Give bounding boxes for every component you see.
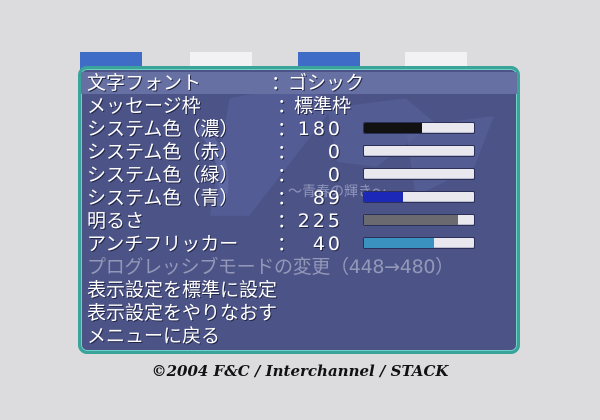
separator-colon: ： <box>277 164 297 186</box>
level-slider[interactable] <box>363 145 475 157</box>
level-slider-fill <box>364 215 458 225</box>
menu-item-redo-display[interactable]: 表示設定をやりなおす <box>87 302 517 324</box>
separator-colon: ： <box>277 118 297 140</box>
menu-item-label: メニューに戻る <box>87 325 221 347</box>
menu-item-value: 225 <box>297 210 343 232</box>
level-slider-fill <box>364 123 423 133</box>
menu-item-reset-display[interactable]: 表示設定を標準に設定 <box>87 279 517 301</box>
level-slider[interactable] <box>363 214 475 226</box>
level-slider[interactable] <box>363 122 475 134</box>
separator-colon: ： <box>277 141 297 163</box>
menu-item-value: 0 <box>327 164 343 186</box>
menu-item-value: ゴシック <box>288 72 365 94</box>
menu-item-system-color-red[interactable]: システム色（赤） ： 0 <box>87 141 517 163</box>
menu-item-font[interactable]: 文字フォント ： ゴシック <box>81 72 517 94</box>
menu-item-brightness[interactable]: 明るさ ： 225 <box>87 210 517 232</box>
menu-item-label: 表示設定をやりなおす <box>87 302 278 324</box>
menu-item-return-to-menu[interactable]: メニューに戻る <box>87 325 517 347</box>
menu-item-label: システム色（緑） <box>87 164 239 186</box>
menu-item-label: 表示設定を標準に設定 <box>87 279 278 301</box>
menu-item-system-color-dark[interactable]: システム色（濃） ： 180 <box>87 118 517 140</box>
menu-item-label: プログレッシブモードの変更（448→480） <box>87 256 454 278</box>
menu-item-label: 文字フォント <box>87 72 202 94</box>
menu-item-system-color-green[interactable]: システム色（緑） ： 0 <box>87 164 517 186</box>
menu-item-value: 標準枠 <box>294 95 352 117</box>
display-settings-window: 〜青春の輝き〜 文字フォント ： ゴシック メッセージ枠 ： 標準枠 システム色… <box>78 66 520 354</box>
menu-item-value: 89 <box>312 187 343 209</box>
menu-item-label: システム色（濃） <box>87 118 239 140</box>
separator-colon: ： <box>277 210 297 232</box>
menu-item-value: 0 <box>327 141 343 163</box>
menu-item-label: システム色（赤） <box>87 141 239 163</box>
level-slider[interactable] <box>363 237 475 249</box>
menu-item-label: 明るさ <box>87 210 145 232</box>
copyright-notice: ©2004 F&C / Interchannel / STACK <box>151 362 449 380</box>
menu-item-label: メッセージ枠 <box>87 95 201 117</box>
level-slider[interactable] <box>363 191 475 203</box>
menu-item-message-frame[interactable]: メッセージ枠 ： 標準枠 <box>87 95 517 117</box>
separator-colon: ： <box>277 187 297 209</box>
separator-colon: ： <box>277 233 297 255</box>
menu-item-label: システム色（青） <box>87 187 239 209</box>
menu-item-anti-flicker[interactable]: アンチフリッカー ： 40 <box>87 233 517 255</box>
level-slider[interactable] <box>363 168 475 180</box>
level-slider-fill <box>364 238 435 248</box>
menu-item-value: 180 <box>297 118 343 140</box>
level-slider-fill <box>364 192 403 202</box>
menu-item-label: アンチフリッカー <box>87 233 239 255</box>
menu-item-progressive-mode: プログレッシブモードの変更（448→480） <box>87 256 517 278</box>
menu-item-system-color-blue[interactable]: システム色（青） ： 89 <box>87 187 517 209</box>
menu-item-value: 40 <box>312 233 343 255</box>
